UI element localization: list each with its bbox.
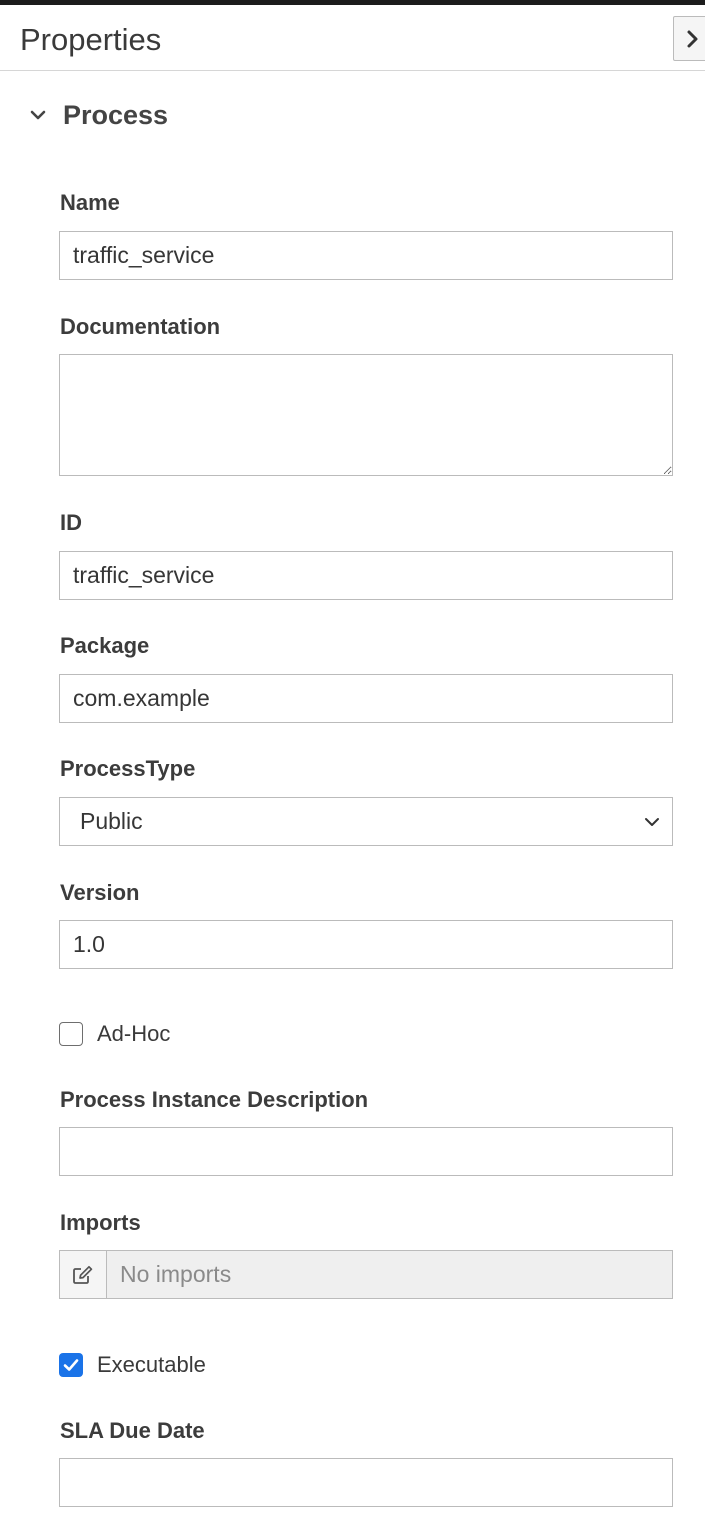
- documentation-textarea[interactable]: [59, 354, 673, 476]
- sla-due-date-label: SLA Due Date: [60, 1418, 205, 1443]
- executable-checkbox-row[interactable]: Executable: [59, 1351, 206, 1379]
- check-icon: [63, 1359, 79, 1371]
- adhoc-checkbox[interactable]: [59, 1022, 83, 1046]
- panel-title: Properties: [20, 22, 162, 57]
- executable-checkbox[interactable]: [59, 1353, 83, 1377]
- process-section-toggle[interactable]: Process: [28, 98, 168, 132]
- name-input[interactable]: [59, 231, 673, 280]
- adhoc-checkbox-row[interactable]: Ad-Hoc: [59, 1020, 170, 1048]
- instance-description-input[interactable]: [59, 1127, 673, 1176]
- collapse-panel-button[interactable]: [673, 16, 705, 61]
- imports-field: No imports: [59, 1250, 673, 1299]
- sla-due-date-input[interactable]: [59, 1458, 673, 1507]
- name-label: Name: [60, 190, 120, 215]
- edit-imports-button[interactable]: [60, 1251, 107, 1298]
- version-input[interactable]: [59, 920, 673, 969]
- package-input[interactable]: [59, 674, 673, 723]
- id-label: ID: [60, 510, 82, 535]
- imports-label: Imports: [60, 1210, 141, 1235]
- id-input[interactable]: [59, 551, 673, 600]
- process-type-value: Public: [80, 808, 143, 834]
- chevron-right-icon: [687, 30, 698, 47]
- package-label: Package: [60, 633, 150, 658]
- documentation-label: Documentation: [60, 314, 221, 339]
- imports-value: No imports: [107, 1251, 672, 1298]
- chevron-down-icon: [28, 105, 48, 125]
- chevron-down-icon: [642, 812, 662, 832]
- process-type-label: ProcessType: [60, 756, 196, 781]
- edit-icon: [73, 1265, 93, 1284]
- instance-description-label: Process Instance Description: [60, 1087, 369, 1112]
- executable-label: Executable: [97, 1352, 206, 1377]
- process-type-select[interactable]: Public: [59, 797, 673, 846]
- section-title: Process: [63, 99, 169, 130]
- version-label: Version: [60, 880, 140, 905]
- adhoc-label: Ad-Hoc: [97, 1021, 171, 1046]
- properties-header: Properties: [0, 5, 705, 71]
